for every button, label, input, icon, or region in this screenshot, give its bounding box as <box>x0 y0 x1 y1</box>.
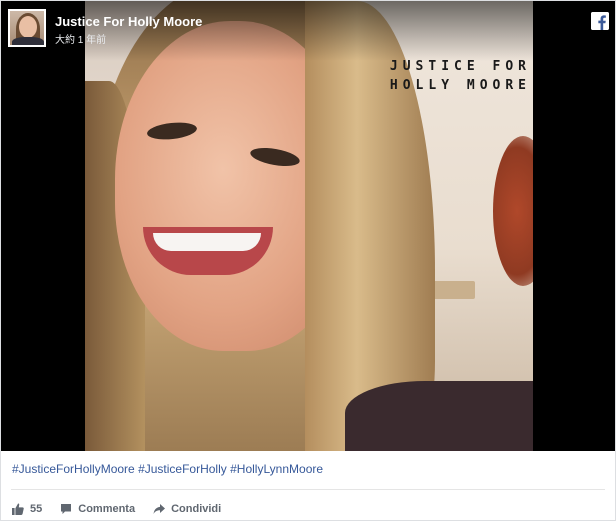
avatar-face <box>19 16 37 38</box>
shirt <box>345 381 533 451</box>
post-image-area[interactable]: JUSTICE FOR HOLLY MOORE Justice For Holl… <box>1 1 615 451</box>
facebook-icon[interactable] <box>591 12 609 30</box>
post-timestamp[interactable]: 大約 1 年前 <box>55 31 106 46</box>
share-label: Condividi <box>171 503 222 515</box>
comment-label: Commenta <box>78 503 136 515</box>
like-button[interactable]: 55 <box>12 503 42 515</box>
hashtag-link[interactable]: #JusticeForHolly <box>138 462 227 476</box>
facebook-post: JUSTICE FOR HOLLY MOORE Justice For Holl… <box>0 0 616 521</box>
overlay-line-2: HOLLY MOORE <box>389 78 531 93</box>
hashtag-list: #JusticeForHollyMoore #JusticeForHolly #… <box>12 462 323 476</box>
share-button[interactable]: Condividi <box>153 503 221 515</box>
page-avatar[interactable] <box>8 9 46 47</box>
image-overlay-text: JUSTICE FOR HOLLY MOORE <box>351 57 531 95</box>
hashtag-link[interactable]: #JusticeForHollyMoore <box>12 462 135 476</box>
post-photo[interactable]: JUSTICE FOR HOLLY MOORE <box>85 1 533 451</box>
comment-icon <box>61 504 72 514</box>
action-bar: 55 Commenta Condividi <box>12 501 239 517</box>
thumbs-up-icon <box>12 503 24 515</box>
hashtag-link[interactable]: #HollyLynnMoore <box>230 462 323 476</box>
like-count: 55 <box>30 503 43 515</box>
teeth <box>153 233 261 251</box>
avatar-body <box>12 37 44 45</box>
share-icon <box>153 504 166 514</box>
page-name-link[interactable]: Justice For Holly Moore <box>55 14 202 29</box>
divider <box>11 489 605 490</box>
comment-button[interactable]: Commenta <box>60 503 135 515</box>
